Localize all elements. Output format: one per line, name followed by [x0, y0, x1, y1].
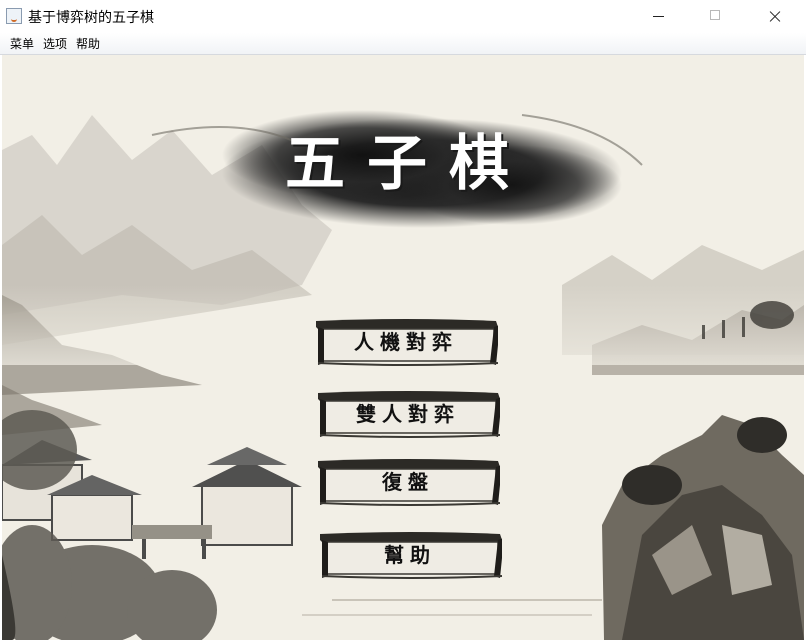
help-button[interactable]: 幫助	[318, 530, 502, 580]
app-window: 基于博弈树的五子棋 菜单 选项 帮助 五子棋 人機對弈 雙人對弈 復盤 幫助	[0, 0, 806, 642]
title-bar: 基于博弈树的五子棋	[0, 0, 806, 33]
start-screen: 五子棋 人機對弈 雙人對弈 復盤 幫助	[2, 55, 804, 640]
close-button[interactable]	[752, 0, 798, 33]
two-player-button[interactable]: 雙人對弈	[316, 389, 500, 439]
menu-xuanxiang[interactable]: 选项	[43, 35, 67, 52]
human-vs-ai-button[interactable]: 人機對弈	[314, 317, 498, 367]
menu-caidan[interactable]: 菜单	[10, 35, 34, 52]
two-player-label: 雙人對弈	[356, 402, 460, 426]
human-vs-ai-label: 人機對弈	[354, 330, 458, 354]
minimize-button[interactable]	[636, 0, 682, 33]
menu-bangzhu[interactable]: 帮助	[76, 35, 100, 52]
maximize-button[interactable]	[692, 0, 738, 33]
help-label: 幫助	[384, 543, 436, 567]
replay-button[interactable]: 復盤	[316, 457, 500, 507]
window-title: 基于博弈树的五子棋	[28, 10, 154, 26]
java-app-icon	[6, 8, 22, 24]
menu-bar: 菜单 选项 帮助	[0, 33, 806, 55]
replay-label: 復盤	[382, 470, 434, 494]
game-title: 五子棋	[285, 129, 531, 199]
